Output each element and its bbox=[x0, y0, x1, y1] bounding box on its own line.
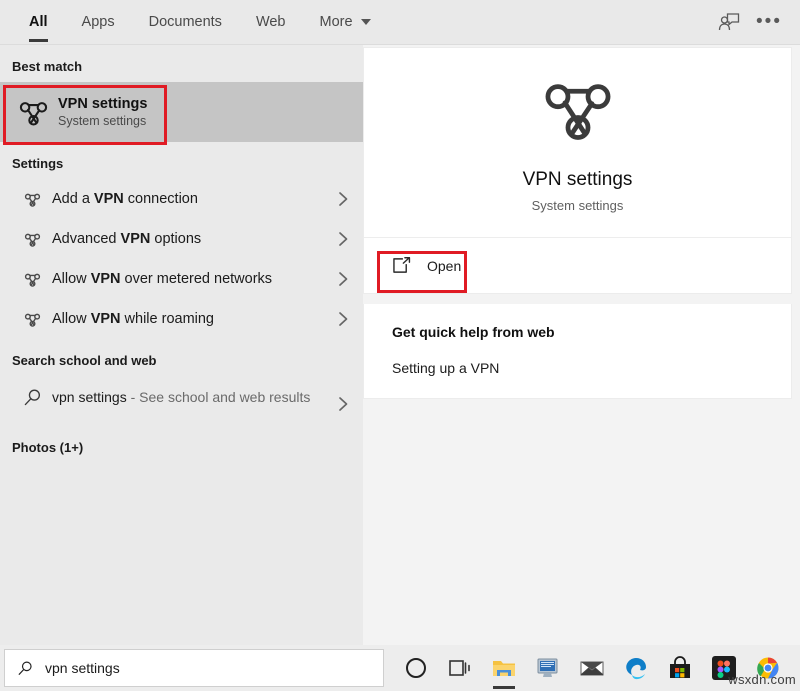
quick-help-link[interactable]: Setting up a VPN bbox=[392, 360, 791, 376]
vpn-knot-icon bbox=[541, 72, 615, 151]
web-result-description: - See school and web results bbox=[126, 389, 311, 405]
search-input-value: vpn settings bbox=[45, 660, 120, 676]
tab-web[interactable]: Web bbox=[239, 0, 303, 45]
search-icon bbox=[5, 660, 45, 677]
best-match-title: VPN settings bbox=[58, 95, 148, 112]
quick-help-title: Get quick help from web bbox=[392, 324, 555, 340]
search-icon bbox=[12, 384, 52, 407]
preview-title: VPN settings bbox=[522, 169, 633, 190]
tab-apps-label: Apps bbox=[81, 14, 115, 30]
mail-icon[interactable] bbox=[570, 645, 614, 691]
preview-hero: VPN settings System settings bbox=[364, 48, 791, 238]
results-panel: Best match VPN settings System settings bbox=[0, 45, 363, 645]
open-button-label: Open bbox=[427, 257, 462, 274]
chevron-right-icon[interactable] bbox=[338, 191, 349, 207]
remote-desktop-icon[interactable] bbox=[526, 645, 570, 691]
settings-item-label: Allow VPN over metered networks bbox=[52, 271, 273, 287]
external-link-icon bbox=[392, 257, 411, 274]
taskbar: vpn settings wsxdn.com bbox=[0, 645, 800, 691]
settings-item-add-vpn-connection[interactable]: Add a VPN connection bbox=[0, 179, 363, 219]
taskbar-search-box[interactable]: vpn settings bbox=[4, 649, 384, 687]
open-button[interactable]: Open bbox=[364, 238, 791, 293]
tab-web-label: Web bbox=[255, 14, 286, 30]
preview-panel: VPN settings System settings Open Get qu… bbox=[363, 45, 800, 645]
tab-more-label: More bbox=[319, 14, 353, 30]
tab-documents-label: Documents bbox=[148, 14, 222, 30]
vpn-knot-icon bbox=[12, 191, 52, 208]
search-web-header: Search school and web bbox=[12, 353, 157, 368]
settings-item-advanced-vpn-options[interactable]: Advanced VPN options bbox=[0, 219, 363, 259]
tab-all-label: All bbox=[29, 14, 48, 30]
best-match-subtitle: System settings bbox=[58, 113, 147, 128]
feedback-person-icon[interactable] bbox=[712, 7, 746, 37]
chevron-right-icon[interactable] bbox=[338, 271, 349, 287]
file-explorer-icon[interactable] bbox=[482, 645, 526, 691]
settings-item-allow-vpn-metered[interactable]: Allow VPN over metered networks bbox=[0, 259, 363, 299]
vpn-knot-icon bbox=[12, 271, 52, 288]
tab-apps[interactable]: Apps bbox=[65, 0, 132, 45]
tab-bar-actions: ••• bbox=[712, 7, 800, 37]
web-result-text: vpn settings - See school and web result… bbox=[52, 384, 338, 407]
task-view-icon[interactable] bbox=[438, 645, 482, 691]
ellipsis-icon[interactable]: ••• bbox=[752, 7, 786, 37]
quick-help-card: Get quick help from web Setting up a VPN bbox=[363, 304, 792, 399]
tab-documents[interactable]: Documents bbox=[132, 0, 239, 45]
chevron-right-icon[interactable] bbox=[338, 311, 349, 327]
app-preview-card: VPN settings System settings Open bbox=[363, 47, 792, 294]
vpn-knot-icon bbox=[12, 311, 52, 328]
microsoft-edge-icon[interactable] bbox=[614, 645, 658, 691]
settings-item-allow-vpn-roaming[interactable]: Allow VPN while roaming bbox=[0, 299, 363, 339]
settings-item-label: Advanced VPN options bbox=[52, 231, 202, 247]
vpn-knot-icon bbox=[12, 97, 54, 128]
chevron-right-icon[interactable] bbox=[338, 384, 349, 417]
tab-list: All Apps Documents Web More bbox=[12, 0, 388, 45]
vpn-knot-icon bbox=[12, 231, 52, 248]
best-match-text: VPN settings System settings bbox=[58, 95, 147, 130]
best-match-header: Best match bbox=[12, 59, 83, 74]
photos-header: Photos (1+) bbox=[12, 440, 84, 455]
cortana-circle-icon[interactable] bbox=[394, 645, 438, 691]
settings-item-label: Add a VPN connection bbox=[52, 191, 198, 207]
chevron-right-icon[interactable] bbox=[338, 231, 349, 247]
microsoft-store-icon[interactable] bbox=[658, 645, 702, 691]
settings-item-label: Allow VPN while roaming bbox=[52, 311, 215, 327]
preview-subtitle: System settings bbox=[531, 198, 624, 213]
settings-header: Settings bbox=[12, 156, 64, 171]
best-match-result[interactable]: VPN settings System settings bbox=[0, 82, 363, 142]
chevron-down-icon bbox=[360, 19, 371, 25]
tab-all[interactable]: All bbox=[12, 0, 65, 45]
tab-more[interactable]: More bbox=[303, 0, 388, 45]
windows-search-flyout: All Apps Documents Web More ••• Best mat… bbox=[0, 0, 800, 691]
search-tab-bar: All Apps Documents Web More ••• bbox=[0, 0, 800, 45]
web-result-query: vpn settings bbox=[52, 389, 127, 405]
site-watermark: wsxdn.com bbox=[728, 672, 796, 687]
web-search-result[interactable]: vpn settings - See school and web result… bbox=[0, 376, 363, 426]
